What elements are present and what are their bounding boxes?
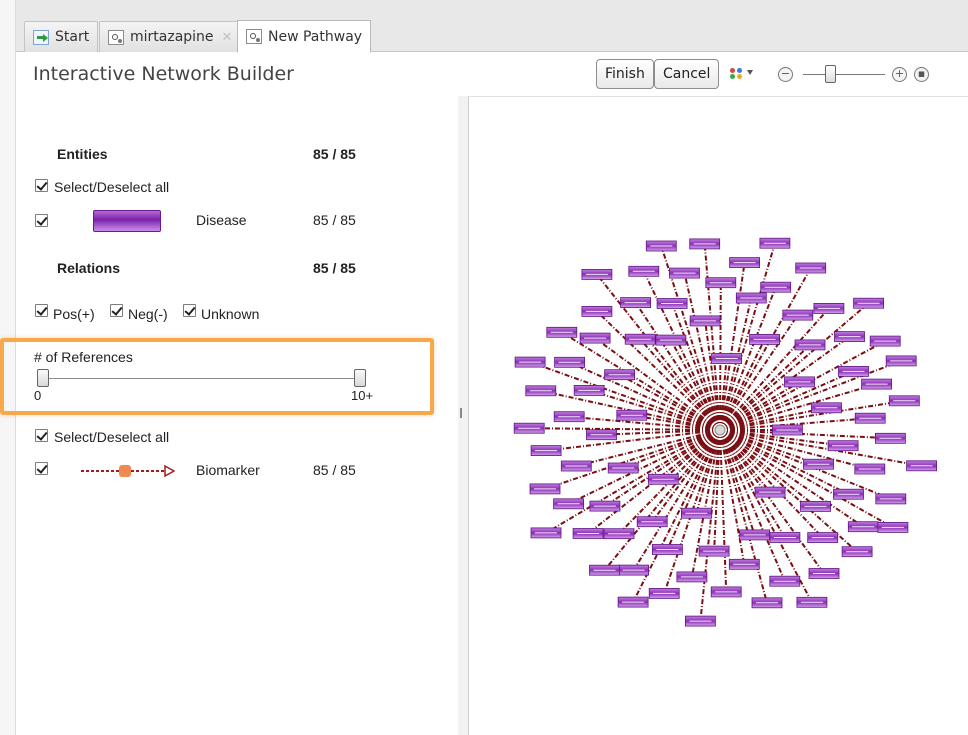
entities-select-all-label: Select/Deselect all bbox=[54, 179, 170, 195]
chevron-down-icon bbox=[747, 70, 753, 75]
close-icon[interactable]: ✕ bbox=[222, 30, 233, 45]
zoom-in-icon[interactable]: + bbox=[892, 67, 907, 82]
entities-heading: Entities bbox=[57, 146, 108, 162]
relation-edge[interactable] bbox=[529, 427, 721, 431]
pos-label: Pos(+) bbox=[53, 306, 95, 322]
layout-menu-icon[interactable] bbox=[728, 66, 754, 84]
tab-bar: Start mirtazapine ✕ New Pathway bbox=[0, 0, 968, 53]
disease-label: Disease bbox=[196, 212, 247, 228]
disease-checkbox[interactable] bbox=[35, 214, 48, 227]
neg-label: Neg(-) bbox=[128, 306, 168, 322]
tab-mirtazapine[interactable]: mirtazapine ✕ bbox=[99, 21, 242, 52]
pathway-icon bbox=[108, 29, 124, 45]
relations-select-all-label: Select/Deselect all bbox=[54, 429, 170, 445]
tab-label: Start bbox=[55, 29, 90, 45]
filter-panel: Entities 85 / 85 Select/Deselect all Dis… bbox=[22, 96, 458, 735]
relations-heading: Relations bbox=[57, 260, 121, 276]
disease-node-swatch bbox=[93, 210, 161, 232]
references-max-label: 10+ bbox=[351, 388, 374, 403]
finish-button[interactable]: Finish bbox=[596, 59, 654, 89]
unknown-label: Unknown bbox=[201, 306, 260, 322]
references-slider-track[interactable] bbox=[42, 378, 364, 379]
references-min-label: 0 bbox=[34, 388, 42, 403]
neg-checkbox[interactable] bbox=[110, 304, 123, 317]
network-canvas[interactable] bbox=[468, 96, 968, 735]
zoom-fit-icon[interactable]: ▪ bbox=[914, 67, 929, 82]
zoom-slider-track[interactable] bbox=[803, 74, 885, 75]
pos-checkbox[interactable] bbox=[35, 304, 48, 317]
start-arrow-icon bbox=[33, 29, 49, 45]
relation-edge[interactable] bbox=[719, 429, 891, 440]
panel-splitter[interactable] bbox=[458, 96, 468, 735]
window-edge bbox=[0, 0, 16, 735]
relations-select-all-checkbox[interactable] bbox=[35, 429, 48, 442]
references-min-thumb[interactable] bbox=[37, 369, 49, 387]
entities-count: 85 / 85 bbox=[313, 146, 356, 162]
network-graph[interactable] bbox=[469, 97, 968, 735]
disease-count: 85 / 85 bbox=[313, 212, 356, 228]
builder-header: Interactive Network Builder Finish Cance… bbox=[16, 53, 968, 95]
biomarker-count: 85 / 85 bbox=[313, 462, 356, 478]
relation-edge[interactable] bbox=[719, 429, 824, 539]
zoom-out-icon[interactable]: − bbox=[778, 67, 793, 82]
drug-hub-node[interactable] bbox=[714, 424, 726, 436]
relations-count: 85 / 85 bbox=[313, 260, 356, 276]
tab-label: mirtazapine bbox=[130, 29, 214, 45]
unknown-checkbox[interactable] bbox=[183, 304, 196, 317]
splitter-grip-icon bbox=[460, 408, 462, 418]
relation-edge[interactable] bbox=[713, 429, 721, 552]
pathway-icon bbox=[246, 29, 262, 44]
tab-new-pathway[interactable]: New Pathway bbox=[237, 20, 372, 53]
tab-label: New Pathway bbox=[268, 28, 363, 45]
page-title: Interactive Network Builder bbox=[33, 63, 294, 85]
tab-start[interactable]: Start bbox=[24, 21, 99, 52]
references-max-thumb[interactable] bbox=[354, 369, 366, 387]
biomarker-label: Biomarker bbox=[196, 462, 260, 478]
cancel-button[interactable]: Cancel bbox=[654, 59, 720, 89]
relation-edge[interactable] bbox=[544, 429, 721, 490]
entities-select-all-checkbox[interactable] bbox=[35, 179, 48, 192]
biomarker-edge-swatch bbox=[81, 464, 175, 478]
references-label: # of References bbox=[34, 349, 133, 365]
biomarker-checkbox[interactable] bbox=[35, 462, 48, 475]
zoom-slider-thumb[interactable] bbox=[825, 65, 836, 83]
